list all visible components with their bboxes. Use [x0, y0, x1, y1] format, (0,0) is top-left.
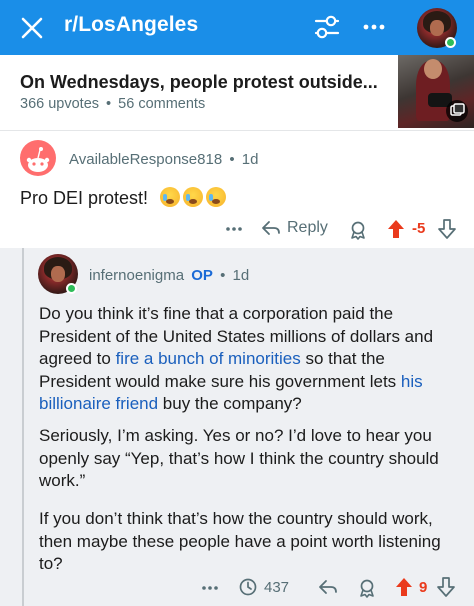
reply-thread: infernoenigma OP • 1d Do you think it’s …: [0, 248, 474, 606]
comment-score: 9: [419, 579, 428, 596]
view-count-value: 437: [264, 578, 290, 596]
downvote-icon[interactable]: [437, 218, 457, 240]
online-status-dot: [445, 37, 456, 48]
reply-button[interactable]: Reply: [260, 218, 328, 238]
filter-icon[interactable]: [312, 12, 342, 42]
crying-emoji-icon: [183, 187, 204, 207]
clock-icon: [239, 578, 257, 596]
downvote-icon[interactable]: [436, 576, 456, 598]
comment-author-line: infernoenigma OP • 1d: [89, 267, 249, 284]
comment-score: -5: [412, 220, 426, 237]
inline-link[interactable]: fire a bunch of minorities: [116, 349, 301, 368]
close-icon[interactable]: [18, 14, 46, 42]
snoo-icon: [26, 147, 50, 172]
comment-paragraph: Do you think it’s fine that a corporatio…: [39, 303, 459, 416]
comment-body: Pro DEI protest!: [20, 187, 227, 209]
more-options-icon[interactable]: [224, 219, 244, 239]
commenter-avatar[interactable]: [20, 140, 56, 176]
thread-line[interactable]: [22, 248, 24, 606]
comment-author-line: AvailableResponse818 • 1d: [69, 151, 258, 168]
divider: [0, 130, 474, 131]
upvote-icon[interactable]: [394, 576, 414, 598]
comment-count: 56 comments: [118, 96, 206, 112]
comment-paragraph: If you don’t think that’s how the countr…: [39, 509, 441, 573]
reply-arrow-icon[interactable]: [317, 577, 339, 597]
award-icon[interactable]: [347, 219, 369, 241]
post-title[interactable]: On Wednesdays, people protest outside...: [20, 72, 378, 93]
meta-separator: •: [229, 151, 235, 168]
upvote-icon[interactable]: [386, 218, 406, 240]
op-badge: OP: [191, 267, 213, 284]
comment-age: 1d: [241, 151, 259, 168]
post-meta: 366 upvotes • 56 comments: [20, 96, 205, 112]
crying-emoji-icon: [160, 187, 181, 207]
more-options-icon[interactable]: [200, 578, 220, 598]
more-options-icon[interactable]: [359, 12, 389, 42]
reply-arrow-icon: [262, 221, 280, 235]
meta-separator: •: [106, 96, 112, 112]
comment-username[interactable]: infernoenigma: [89, 267, 184, 284]
crying-emoji-icon: [206, 187, 227, 207]
upvote-count: 366 upvotes: [20, 96, 100, 112]
reply-label: Reply: [287, 219, 328, 236]
post-thumbnail[interactable]: [398, 55, 474, 128]
view-count: 437: [238, 577, 289, 597]
comment-age: 1d: [232, 267, 250, 284]
comment-text: buy the company?: [158, 394, 302, 413]
gallery-icon: [446, 100, 468, 122]
comment-username[interactable]: AvailableResponse818: [69, 151, 222, 168]
online-status-dot: [66, 283, 77, 294]
top-bar: r/LosAngeles: [0, 0, 474, 55]
comment-paragraph: Seriously, I’m asking. Yes or no? I’d lo…: [39, 426, 439, 490]
subreddit-title[interactable]: r/LosAngeles: [64, 13, 198, 37]
post-header[interactable]: On Wednesdays, people protest outside...…: [0, 55, 474, 130]
award-icon[interactable]: [356, 577, 378, 599]
meta-separator: •: [220, 267, 226, 284]
comment-text: Pro DEI protest!: [20, 188, 149, 208]
